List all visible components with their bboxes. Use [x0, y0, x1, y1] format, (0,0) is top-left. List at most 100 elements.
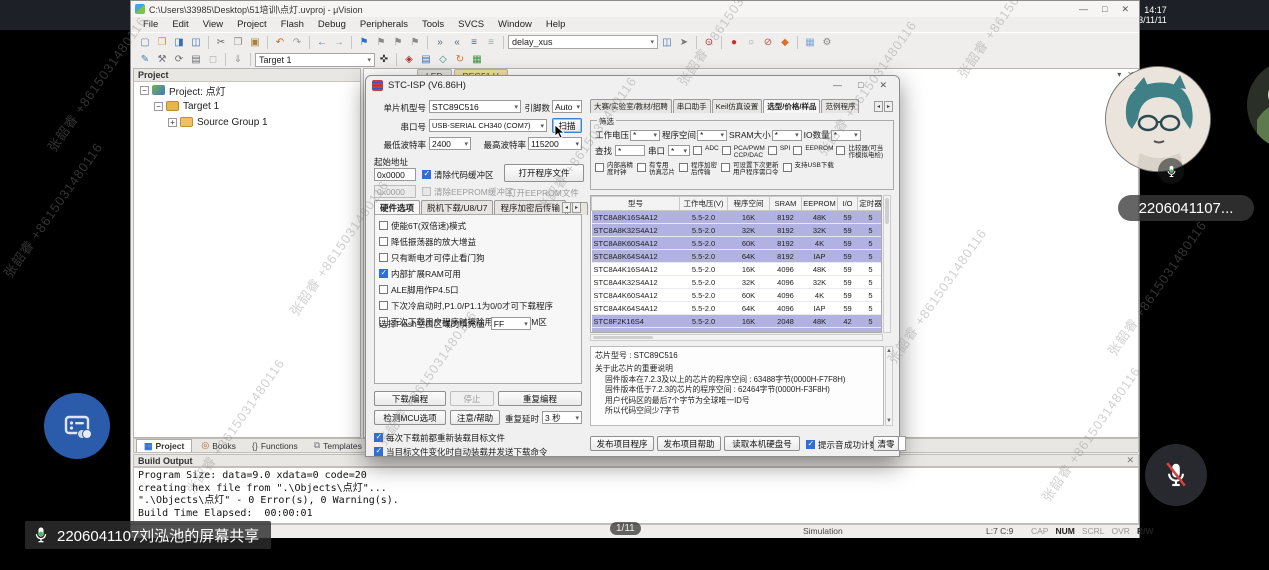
panel-tab-project[interactable]: ▦Project — [136, 439, 192, 452]
download-code-icon[interactable]: ⇓ — [230, 52, 246, 67]
menu-edit[interactable]: Edit — [166, 18, 194, 31]
serial-port-select[interactable]: USB-SERIAL CH340 (COM7)▾ — [429, 119, 547, 132]
stc-isp-minimize-button[interactable]: — — [833, 80, 842, 91]
min-baud-select[interactable]: 2400▾ — [429, 137, 471, 150]
menu-project[interactable]: Project — [231, 18, 273, 31]
open-folder-icon[interactable]: ❐ — [154, 35, 170, 50]
uvision-minimize-button[interactable]: — — [1079, 4, 1088, 15]
panel-close-icon[interactable]: ✕ — [1126, 455, 1134, 466]
chip-info-scrollbar[interactable]: ▲ ▼ — [885, 346, 893, 426]
outdent-icon[interactable]: « — [449, 35, 465, 50]
window-layout-icon[interactable]: ▦ — [802, 35, 818, 50]
port-filter-select[interactable]: *▾ — [668, 145, 690, 156]
menu-svcs[interactable]: SVCS — [452, 18, 490, 31]
filter-select[interactable]: *▾ — [772, 130, 802, 141]
menu-file[interactable]: File — [137, 18, 164, 31]
publish-help-button[interactable]: 发布项目帮助 — [657, 436, 721, 451]
table-row[interactable]: STC8A8K60S4A125.5-2.060K81924K595 — [592, 237, 883, 250]
filter-select[interactable]: *▾ — [831, 130, 861, 141]
mute-microphone-button[interactable] — [1145, 444, 1207, 506]
uvision-close-button[interactable]: ✕ — [1121, 4, 1129, 15]
table-horizontal-scrollbar[interactable] — [590, 334, 883, 341]
feature-checkbox[interactable]: SPI — [768, 145, 790, 159]
table-row[interactable]: STC8A4K60S4A125.5-2.060K40964K595 — [592, 289, 883, 302]
rebuild-all-icon[interactable]: ⟳ — [171, 52, 187, 67]
table-row[interactable]: STC8A8K16S4A125.5-2.016K819248K595 — [592, 211, 883, 224]
right-tabs-scroll-left-icon[interactable]: ◂ — [874, 101, 883, 112]
feature-checkbox[interactable]: 有专用 仿真芯片 — [637, 162, 675, 176]
panel-tab-books[interactable]: ◎Books — [194, 439, 242, 452]
uncomment-icon[interactable]: ≡ — [483, 35, 499, 50]
help-button[interactable]: 注意/帮助 — [450, 410, 500, 425]
menu-peripherals[interactable]: Peripherals — [354, 18, 414, 31]
menu-window[interactable]: Window — [492, 18, 538, 31]
table-vertical-scrollbar[interactable] — [883, 195, 891, 333]
editor-collapse-icon[interactable]: ▾ — [1117, 70, 1121, 79]
build-target-icon[interactable]: ⚒ — [154, 52, 170, 67]
save-all-icon[interactable]: ◫ — [188, 35, 204, 50]
configure-icon[interactable]: ▦ — [469, 52, 485, 67]
back-icon[interactable]: ← — [314, 35, 330, 50]
tab-大赛/实验室/教材/招聘[interactable]: 大赛/实验室/教材/招聘 — [590, 99, 672, 113]
filter-select[interactable]: *▾ — [630, 130, 660, 141]
autoload-send-checkbox[interactable]: 当目标文件变化时自动装载并发送下载命令 — [374, 446, 548, 458]
clear-bookmarks-icon[interactable]: ⚑ — [407, 35, 423, 50]
books-refresh-icon[interactable]: ↻ — [452, 52, 468, 67]
reprogram-button[interactable]: 重复编程 — [498, 391, 582, 406]
participant-avatar[interactable] — [1105, 66, 1211, 172]
feature-checkbox[interactable]: PCA/PWM CCP/DAC — [722, 145, 765, 159]
tree-expander-icon[interactable]: + — [168, 118, 177, 127]
table-row[interactable]: STC8A4K64S4A125.5-2.064K4096IAP595 — [592, 302, 883, 315]
tab-选型/价格/样品[interactable]: 选型/价格/样品 — [763, 99, 820, 113]
menu-help[interactable]: Help — [540, 18, 572, 31]
feature-checkbox[interactable]: 支持USB下载 — [783, 162, 834, 176]
redo-icon[interactable]: ↷ — [289, 35, 305, 50]
beep-checkbox[interactable]: 提示音 — [806, 439, 844, 451]
options-target-icon[interactable]: ✜ — [376, 52, 392, 67]
read-disk-id-button[interactable]: 读取本机硬盘号 — [724, 436, 800, 451]
tab-程序加密后传输[interactable]: 程序加密后传输 — [494, 200, 566, 215]
uvision-maximize-button[interactable]: □ — [1102, 4, 1107, 15]
tab-范例程序[interactable]: 范例程序 — [821, 99, 859, 113]
bookmark-icon[interactable]: ⚑ — [356, 35, 372, 50]
filter-select[interactable]: *▾ — [697, 130, 727, 141]
flash-fill-select[interactable]: FF▾ — [491, 317, 531, 330]
table-row[interactable]: STC8F2K32S45.5-2.032K204832K425 — [592, 328, 883, 334]
configure-wrench-icon[interactable]: ⚙ — [819, 35, 835, 50]
table-row[interactable]: STC8A8K32S4A125.5-2.032K819232K595 — [592, 224, 883, 237]
table-header[interactable]: SRAM — [770, 197, 802, 211]
menu-flash[interactable]: Flash — [275, 18, 310, 31]
next-bookmark-icon[interactable]: ⚑ — [390, 35, 406, 50]
menu-debug[interactable]: Debug — [312, 18, 352, 31]
find-in-files-icon[interactable]: ➤ — [676, 35, 692, 50]
search-magnifier-icon[interactable]: ⊙ — [701, 35, 717, 50]
tab-Keil仿真设置[interactable]: Keil仿真设置 — [712, 99, 763, 113]
stc-isp-maximize-button[interactable]: □ — [858, 80, 863, 91]
table-row[interactable]: STC8F2K16S45.5-2.016K204848K425 — [592, 315, 883, 328]
table-row[interactable]: STC8A8K64S4A125.5-2.064K8192IAP595 — [592, 250, 883, 263]
download-program-button[interactable]: 下载/编程 — [374, 391, 446, 406]
debug-session-icon[interactable]: ◈ — [401, 52, 417, 67]
tab-硬件选项[interactable]: 硬件选项 — [374, 200, 420, 215]
tree-item[interactable]: −Target 1 — [134, 98, 360, 114]
open-program-file-button[interactable]: 打开程序文件 — [504, 164, 584, 182]
clear-count-button[interactable]: 清零 — [873, 436, 899, 451]
table-row[interactable]: STC8A4K32S4A125.5-2.032K409632K595 — [592, 276, 883, 289]
tabs-scroll-left-icon[interactable]: ◂ — [562, 202, 571, 213]
table-header[interactable]: EEPROM — [802, 197, 838, 211]
hardware-option-checkbox[interactable]: 内部扩展RAM可用 — [379, 268, 577, 280]
panel-tab-functions[interactable]: {}Functions — [245, 439, 305, 452]
table-header[interactable]: 型号 — [592, 197, 680, 211]
paste-icon[interactable]: ▣ — [247, 35, 263, 50]
feature-checkbox[interactable]: 可设置下次更新 用户程序需口令 — [721, 162, 779, 176]
hardware-option-checkbox[interactable]: 降低振荡器的放大增益 — [379, 236, 577, 248]
enable-breakpoints-icon[interactable]: ◆ — [777, 35, 793, 50]
feature-checkbox[interactable]: 比较器(可当 作模拟电检) — [836, 145, 883, 159]
save-icon[interactable]: ◨ — [171, 35, 187, 50]
hardware-option-checkbox[interactable]: ALE脚用作P4.5口 — [379, 284, 577, 296]
copy-icon[interactable]: ❐ — [230, 35, 246, 50]
manage-components-icon[interactable]: ◇ — [435, 52, 451, 67]
chip-table-container[interactable]: 型号工作电压(V)程序空间SRAMEEPROMI/O定时器STC8A8K16S4… — [590, 195, 882, 333]
comment-icon[interactable]: ≡ — [466, 35, 482, 50]
pin-count-select[interactable]: Auto▾ — [552, 100, 582, 113]
